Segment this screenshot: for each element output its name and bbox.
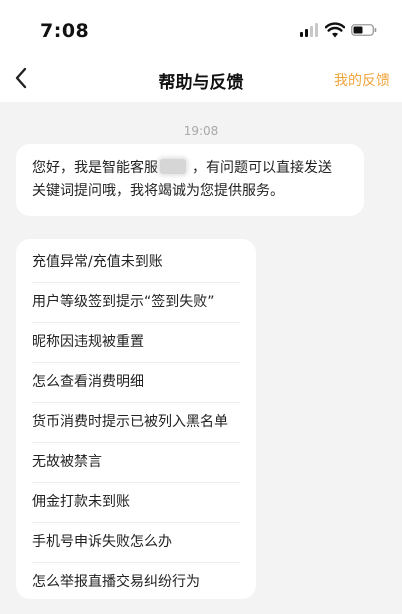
battery-icon [351, 24, 377, 36]
faq-item[interactable]: 怎么举报直播交易纠纷行为 [32, 563, 240, 602]
faq-item[interactable]: 货币消费时提示已被列入黑名单 [32, 403, 240, 443]
faq-item[interactable]: 昵称因违规被重置 [32, 323, 240, 363]
faq-item[interactable]: 怎么查看消费明细 [32, 363, 240, 403]
status-bar: 7:08 [0, 0, 402, 56]
blurred-service-name [160, 159, 186, 174]
wifi-icon [325, 22, 345, 38]
faq-item[interactable]: 无故被禁言 [32, 443, 240, 483]
faq-item[interactable]: 充值异常/充值未到账 [32, 243, 240, 283]
welcome-message-bubble: 您好，我是智能客服 ，有问题可以直接发送 关键词提问哦，我将竭诚为您提供服务。 [16, 144, 364, 216]
welcome-text-after-name: ，有问题可以直接发送 [192, 160, 332, 176]
welcome-line-2: 关键词提问哦，我将竭诚为您提供服务。 [32, 183, 284, 199]
welcome-line-1: 您好，我是智能客服 ，有问题可以直接发送 [32, 157, 348, 180]
cellular-signal-icon [300, 23, 320, 37]
help-feedback-screen: 7:08 帮助与反馈 我的反馈 19:08 您好，我是智能客服 ，有问题可以直接发… [0, 0, 402, 614]
my-feedback-link[interactable]: 我的反馈 [334, 70, 390, 90]
faq-item[interactable]: 用户等级签到提示“签到失败” [32, 283, 240, 323]
message-timestamp: 19:08 [183, 124, 219, 138]
faq-item[interactable]: 手机号申诉失败怎么办 [32, 523, 240, 563]
faq-item[interactable]: 佣金打款未到账 [32, 483, 240, 523]
faq-list-card: 充值异常/充值未到账 用户等级签到提示“签到失败” 昵称因违规被重置 怎么查看消… [16, 239, 256, 599]
status-time: 7:08 [40, 20, 90, 42]
navigation-bar: 帮助与反馈 我的反馈 [0, 56, 402, 102]
welcome-text-before-name: 您好，我是智能客服 [32, 160, 158, 176]
